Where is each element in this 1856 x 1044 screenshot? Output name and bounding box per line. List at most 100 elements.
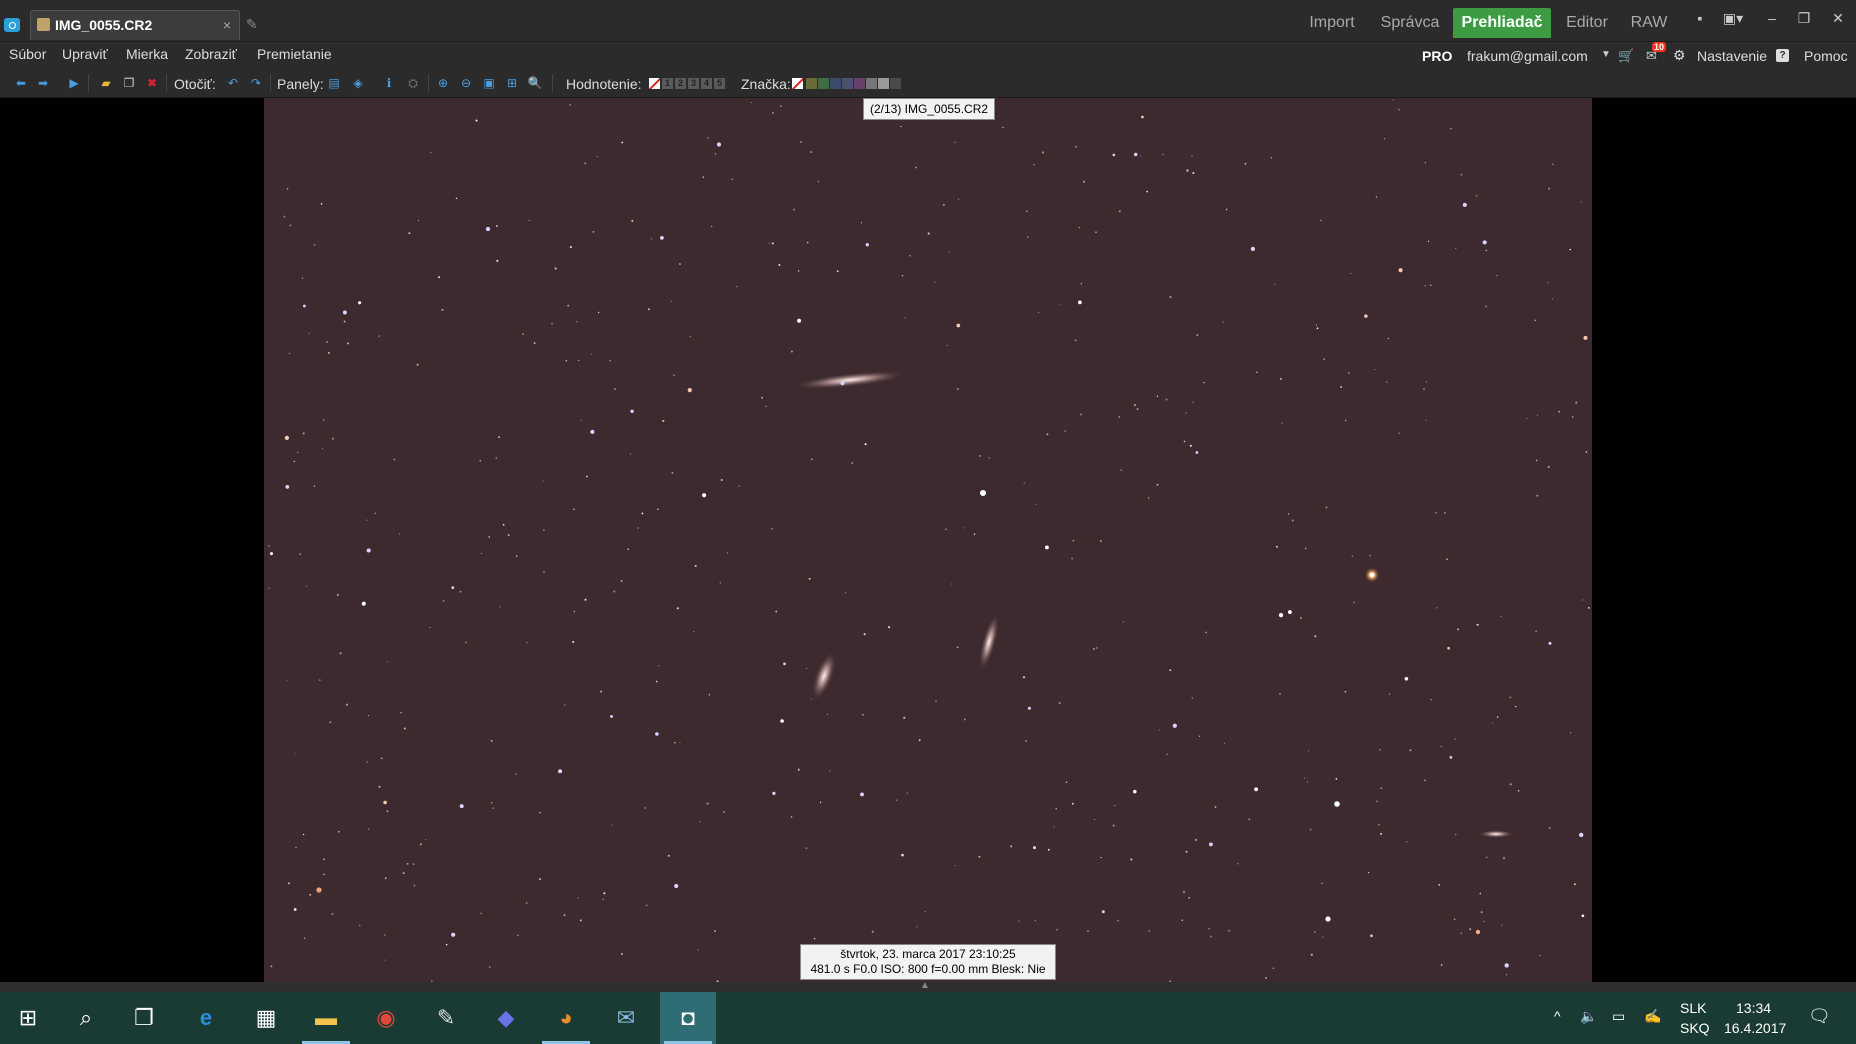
star (1379, 749, 1381, 751)
firefox-icon[interactable]: ◕ (538, 992, 594, 1044)
tag-color-swatch[interactable] (818, 78, 829, 89)
network-icon[interactable]: ▭ (1612, 1008, 1625, 1025)
star (429, 626, 431, 628)
store-icon[interactable]: ▦ (238, 992, 294, 1044)
language-indicator[interactable]: SLK (1680, 1000, 1706, 1016)
gem-app-icon[interactable]: ◆ (478, 992, 534, 1044)
open-folder-icon[interactable]: ▰ (98, 76, 114, 90)
menu-zoom[interactable]: Mierka (126, 46, 168, 62)
star (490, 802, 493, 804)
filmstrip-handle[interactable]: ▲ (0, 980, 1856, 992)
zoom-menu-icon[interactable]: 🔍 (527, 76, 543, 90)
gear-icon[interactable]: ⚙ (1673, 47, 1686, 64)
tag-color-swatch[interactable] (806, 78, 817, 89)
play-icon[interactable]: ▶ (66, 76, 82, 90)
close-window-button[interactable]: ✕ (1826, 10, 1850, 27)
tag-color-swatch[interactable] (890, 78, 901, 89)
panel-layout-icon[interactable]: ▤ (326, 76, 342, 90)
menu-view[interactable]: Zobraziť (185, 46, 237, 62)
chevron-down-icon[interactable]: ▼ (1601, 49, 1611, 60)
clear-tag-icon[interactable] (792, 78, 803, 89)
layout-menu-icon[interactable]: ▣▾ (1716, 10, 1750, 27)
file-explorer-icon[interactable]: ▬ (298, 992, 354, 1044)
navigator-icon[interactable]: ◈ (350, 76, 366, 90)
restore-button[interactable]: ❐ (1792, 10, 1816, 27)
star (888, 626, 891, 629)
star (295, 846, 297, 849)
tag-color-swatch[interactable] (878, 78, 889, 89)
star (1133, 789, 1137, 794)
star (655, 732, 659, 736)
actual-size-icon[interactable]: ▣ (481, 76, 497, 90)
rating-1[interactable]: 1 (662, 78, 673, 89)
copy-icon[interactable]: ❐ (121, 76, 137, 90)
help-button[interactable]: Pomoc (1804, 48, 1848, 64)
rating-3[interactable]: 3 (688, 78, 699, 89)
zoner-photo-studio-icon[interactable]: ◘ (660, 992, 716, 1044)
task-view-icon[interactable]: ❐ (116, 992, 172, 1044)
tag-color-swatch[interactable] (842, 78, 853, 89)
rating-4[interactable]: 4 (701, 78, 712, 89)
rating-5[interactable]: 5 (714, 78, 725, 89)
windows-start-icon[interactable]: ⊞ (0, 992, 56, 1044)
feedback-icon[interactable]: ▪ (1688, 10, 1712, 26)
paint-icon[interactable]: ✎ (418, 992, 474, 1044)
fit-to-window-icon[interactable]: ⊞ (504, 76, 520, 90)
action-center-icon[interactable]: 🗨 (1808, 1006, 1831, 1027)
tag-color-swatch[interactable] (866, 78, 877, 89)
star (689, 335, 692, 338)
volume-icon[interactable]: 🔈 (1580, 1008, 1597, 1025)
cart-icon[interactable]: 🛒 (1618, 48, 1636, 64)
chevron-up-icon[interactable]: ▲ (920, 980, 930, 991)
star (1501, 924, 1503, 926)
menu-edit[interactable]: Upraviť (62, 46, 108, 62)
mode-raw-tab[interactable]: RAW (1624, 8, 1674, 38)
settings-button[interactable]: Nastavenie (1697, 48, 1767, 64)
star (383, 800, 387, 805)
zoom-in-icon[interactable]: ⊕ (435, 76, 451, 90)
tag-color-swatch[interactable] (854, 78, 865, 89)
rotate-right-icon[interactable]: ↷ (248, 76, 264, 90)
rating-2[interactable]: 2 (675, 78, 686, 89)
chrome-icon[interactable]: ◉ (358, 992, 414, 1044)
menu-file[interactable]: Súbor (9, 46, 46, 62)
edge-browser-icon[interactable]: e (178, 992, 234, 1044)
back-arrow-icon[interactable]: ⬅ (13, 76, 29, 90)
star (693, 631, 695, 633)
star (1517, 789, 1520, 792)
info-icon[interactable]: ℹ (381, 76, 397, 90)
star (495, 457, 498, 459)
clear-rating-icon[interactable] (649, 78, 660, 89)
help-icon[interactable]: ? (1776, 49, 1789, 62)
minimize-button[interactable]: – (1760, 10, 1784, 26)
star (1509, 696, 1512, 699)
tag-color-swatch[interactable] (830, 78, 841, 89)
mode-manager-tab[interactable]: Správca (1374, 8, 1446, 38)
keyboard-layout-indicator[interactable]: SKQ (1680, 1020, 1710, 1036)
close-tab-button[interactable]: × (223, 11, 231, 39)
clock-time[interactable]: 13:34 (1736, 1000, 1771, 1016)
histogram-icon[interactable]: ⛭ (405, 76, 421, 90)
image-viewer[interactable]: (2/13) IMG_0055.CR2 štvrtok, 23. marca 2… (0, 98, 1856, 982)
star (1087, 930, 1089, 932)
astrophotograph[interactable] (264, 98, 1592, 982)
rotate-left-icon[interactable]: ↶ (225, 76, 241, 90)
pen-ink-icon[interactable]: ✍ (1644, 1008, 1661, 1025)
mode-import-tab[interactable]: Import (1300, 8, 1364, 38)
tray-expand-icon[interactable]: ^ (1554, 1008, 1561, 1024)
clock-date[interactable]: 16.4.2017 (1724, 1020, 1786, 1036)
delete-icon[interactable]: ✖ (144, 76, 160, 90)
star (699, 820, 701, 823)
zoom-out-icon[interactable]: ⊖ (458, 76, 474, 90)
account-menu[interactable]: frakum@gmail.com (1467, 48, 1588, 64)
menu-slideshow[interactable]: Premietanie (257, 46, 332, 62)
new-tab-icon[interactable]: ✎ (246, 16, 262, 32)
star (299, 553, 302, 555)
search-icon[interactable]: ⌕ (58, 992, 114, 1044)
mail-app-icon[interactable]: ✉ (598, 992, 654, 1044)
document-tab[interactable]: IMG_0055.CR2 × (30, 10, 240, 40)
mode-editor-tab[interactable]: Editor (1558, 8, 1616, 38)
forward-arrow-icon[interactable]: ➡ (35, 76, 51, 90)
mode-viewer-tab[interactable]: Prehliadač (1453, 8, 1551, 38)
star (1042, 151, 1045, 154)
